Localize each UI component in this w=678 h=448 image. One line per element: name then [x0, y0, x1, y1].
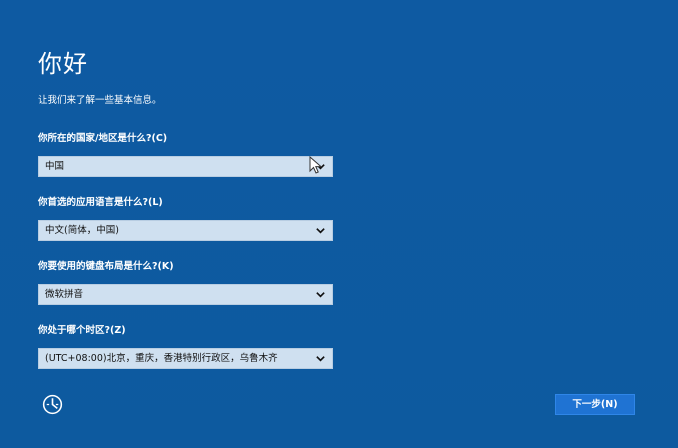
- app-language-select[interactable]: 中文(简体，中国): [38, 220, 333, 241]
- accessibility-icon[interactable]: [40, 392, 65, 417]
- chevron-down-icon: [316, 228, 325, 234]
- time-zone-select[interactable]: (UTC+08:00)北京，重庆，香港特别行政区，乌鲁木齐: [38, 348, 333, 369]
- keyboard-layout-select[interactable]: 微软拼音: [38, 284, 333, 305]
- time-zone-label: 你处于哪个时区?(Z): [38, 325, 126, 336]
- keyboard-layout-value: 微软拼音: [45, 289, 84, 300]
- windows-setup-screen: 你好 让我们来了解一些基本信息。 你所在的国家/地区是什么?(C) 中国 你首选…: [0, 0, 678, 448]
- country-region-select[interactable]: 中国: [38, 156, 333, 177]
- cursor-arrow-icon: [309, 156, 323, 174]
- chevron-down-icon: [316, 356, 325, 362]
- page-title: 你好: [38, 50, 88, 78]
- next-button[interactable]: 下一步(N): [555, 394, 635, 415]
- keyboard-layout-label: 你要使用的键盘布局是什么?(K): [38, 261, 174, 272]
- app-language-label: 你首选的应用语言是什么?(L): [38, 197, 163, 208]
- app-language-value: 中文(简体，中国): [45, 225, 119, 236]
- page-subtitle: 让我们来了解一些基本信息。: [38, 95, 162, 106]
- time-zone-value: (UTC+08:00)北京，重庆，香港特别行政区，乌鲁木齐: [45, 353, 278, 364]
- country-region-label: 你所在的国家/地区是什么?(C): [38, 133, 168, 144]
- country-region-value: 中国: [45, 161, 65, 172]
- chevron-down-icon: [316, 292, 325, 298]
